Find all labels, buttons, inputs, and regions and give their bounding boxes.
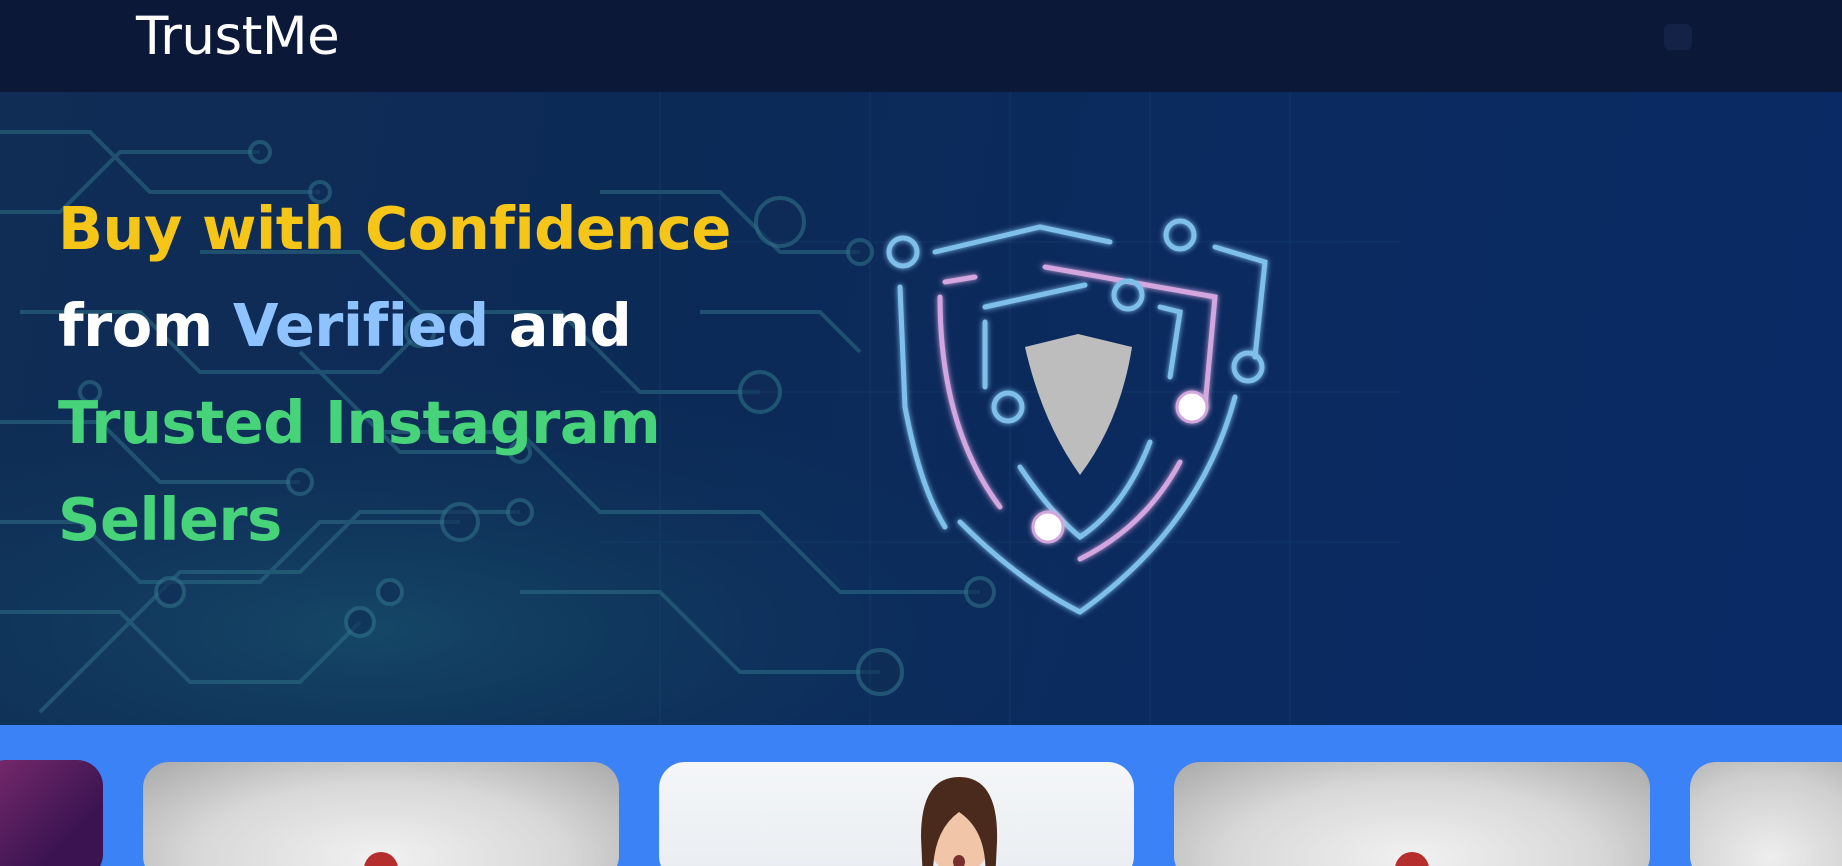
- headline-line-3: Trusted Instagram: [58, 388, 661, 457]
- person-image: [921, 777, 998, 866]
- seller-card[interactable]: [0, 760, 103, 866]
- product-image: [364, 852, 398, 866]
- seller-card[interactable]: [1174, 762, 1650, 866]
- shield-icon: [886, 218, 1268, 615]
- headline-line-4: Sellers: [58, 485, 282, 554]
- headline-word-from: from: [58, 291, 213, 360]
- product-image: [1395, 852, 1429, 866]
- hero-section: Buy with Confidence from Verified and Tr…: [0, 92, 1842, 725]
- hero-headline: Buy with Confidence from Verified and Tr…: [58, 180, 778, 568]
- seller-card[interactable]: [1690, 762, 1842, 866]
- page: TrustMe Buy with Confidence from Verifie…: [0, 0, 1842, 866]
- headline-line-1: Buy with Confidence: [58, 194, 731, 263]
- menu-button[interactable]: [1664, 24, 1692, 50]
- seller-card[interactable]: [659, 762, 1134, 866]
- headline-line-2: from Verified and: [58, 277, 778, 374]
- headline-word-and: and: [508, 291, 632, 360]
- headline-word-verified: Verified: [232, 291, 489, 360]
- seller-cards-strip: [0, 725, 1842, 866]
- logo[interactable]: TrustMe: [136, 6, 340, 67]
- site-header: TrustMe: [0, 0, 1842, 92]
- seller-card[interactable]: [143, 762, 619, 866]
